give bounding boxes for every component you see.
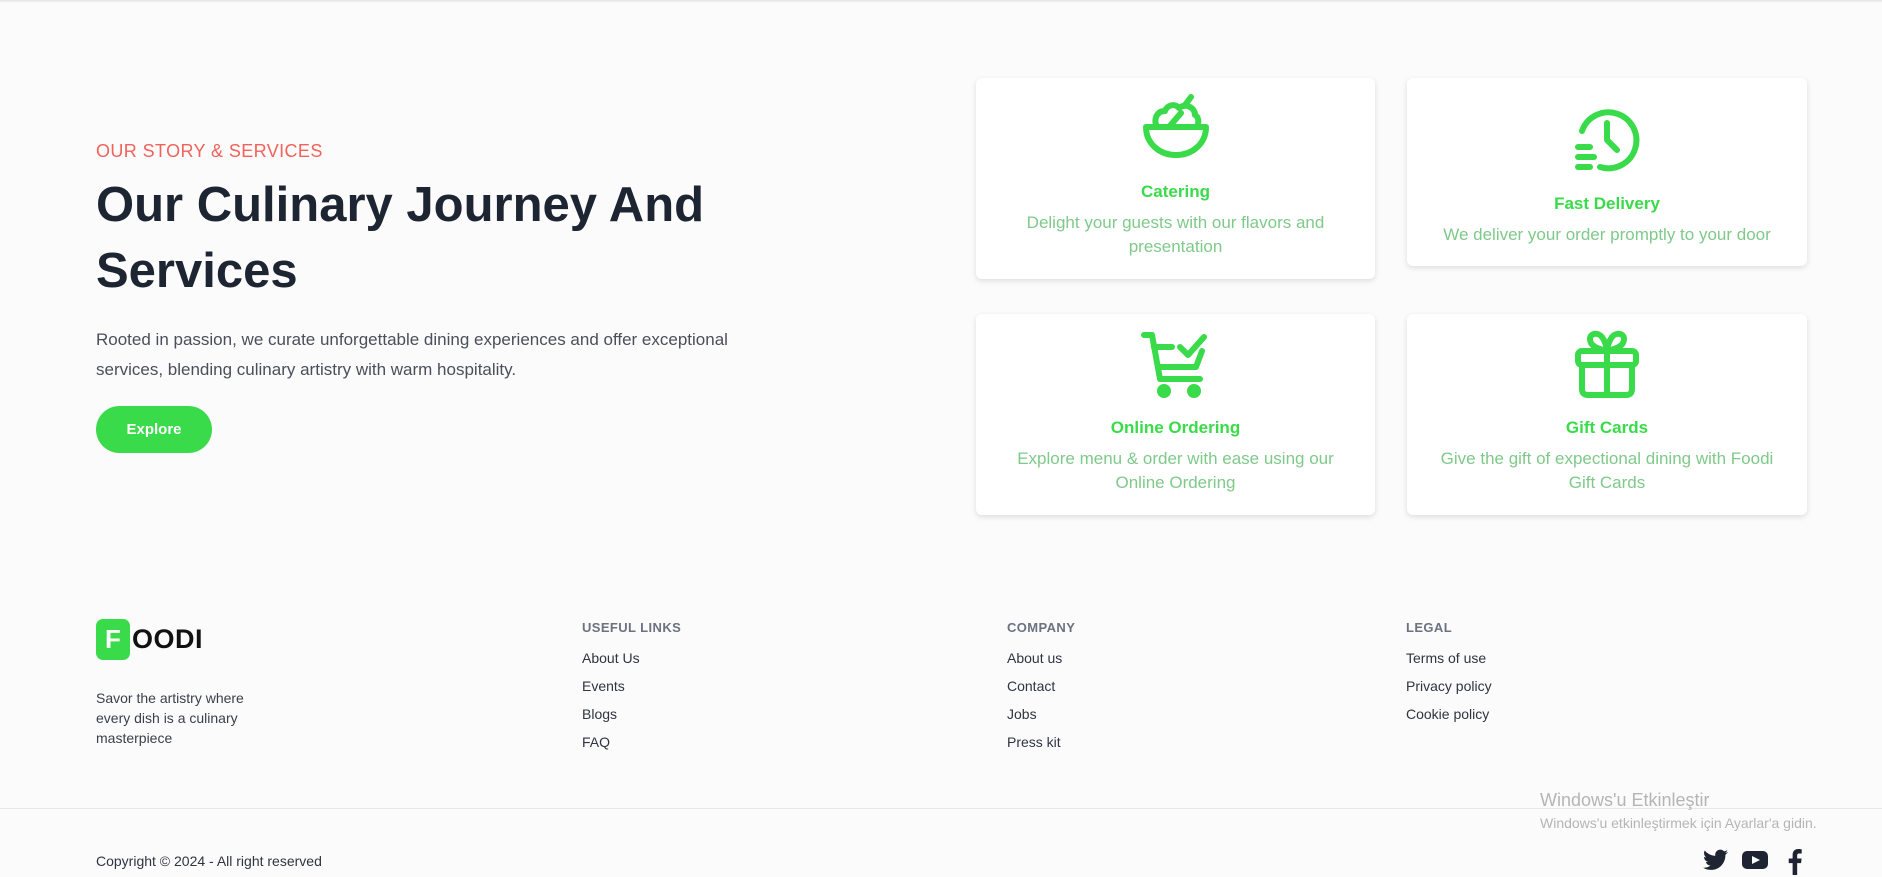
- service-description: We deliver your order promptly to your d…: [1443, 225, 1771, 244]
- logo-text: OODI: [132, 624, 204, 654]
- footer-tagline: Savor the artistry where every dish is a…: [96, 690, 244, 746]
- foodi-logo[interactable]: F OODI: [96, 619, 203, 660]
- footer-column-company: COMPANY About us Contact Jobs Press kit: [1007, 620, 1075, 762]
- facebook-icon[interactable]: [1788, 849, 1802, 875]
- top-shadow: [0, 0, 1882, 3]
- windows-activation-subtitle: Windows'u etkinleştirmek için Ayarlar'a …: [1540, 815, 1817, 831]
- service-description: Explore menu & order with ease using our…: [1017, 449, 1334, 492]
- logo-badge: F: [96, 619, 130, 660]
- footer-column-useful-links: USEFUL LINKS About Us Events Blogs FAQ: [582, 620, 681, 762]
- footer-column-legal: LEGAL Terms of use Privacy policy Cookie…: [1406, 620, 1492, 734]
- footer-link-press-kit[interactable]: Press kit: [1007, 734, 1075, 752]
- footer-link-faq[interactable]: FAQ: [582, 734, 681, 752]
- service-title: Online Ordering: [1110, 418, 1241, 437]
- footer-heading: COMPANY: [1007, 620, 1076, 635]
- footer-link-about-us[interactable]: About us: [1007, 650, 1075, 668]
- footer-heading: USEFUL LINKS: [582, 620, 682, 635]
- service-card-fast-delivery[interactable]: Fast Delivery We deliver your order prom…: [1407, 78, 1807, 266]
- fast-delivery-clock-icon: [1572, 105, 1642, 175]
- service-title: Fast Delivery: [1554, 194, 1660, 213]
- twitter-icon[interactable]: [1703, 849, 1728, 871]
- footer-link-terms-of-use[interactable]: Terms of use: [1406, 650, 1492, 668]
- explore-button[interactable]: Explore: [96, 406, 212, 453]
- footer-link-cookie-policy[interactable]: Cookie policy: [1406, 706, 1492, 724]
- gift-icon: [1572, 329, 1642, 401]
- service-card-catering[interactable]: Catering Delight your guests with our fl…: [976, 78, 1375, 279]
- windows-activation-title: Windows'u Etkinleştir: [1540, 790, 1710, 810]
- service-card-online-ordering[interactable]: Online Ordering Explore menu & order wit…: [976, 314, 1375, 515]
- service-description: Give the gift of expectional dining with…: [1440, 449, 1774, 492]
- copyright-text: Copyright © 2024 - All right reserved: [96, 853, 322, 869]
- youtube-icon[interactable]: [1742, 849, 1768, 871]
- shopping-cart-check-icon: [1140, 329, 1212, 401]
- footer-link-blogs[interactable]: Blogs: [582, 706, 681, 724]
- footer-link-jobs[interactable]: Jobs: [1007, 706, 1075, 724]
- footer-link-privacy-policy[interactable]: Privacy policy: [1406, 678, 1492, 696]
- salad-bowl-icon: [1141, 93, 1211, 163]
- section-eyebrow: OUR STORY & SERVICES: [96, 141, 323, 161]
- service-title: Gift Cards: [1565, 418, 1649, 437]
- footer-link-about-us[interactable]: About Us: [582, 650, 681, 668]
- footer-link-events[interactable]: Events: [582, 678, 681, 696]
- service-card-gift-cards[interactable]: Gift Cards Give the gift of expectional …: [1407, 314, 1807, 515]
- footer-link-contact[interactable]: Contact: [1007, 678, 1075, 696]
- section-title: Our Culinary Journey And Services: [96, 178, 705, 298]
- footer-heading: LEGAL: [1406, 620, 1453, 635]
- section-description: Rooted in passion, we curate unforgettab…: [96, 330, 728, 379]
- service-title: Catering: [1141, 182, 1210, 201]
- service-description: Delight your guests with our flavors and…: [1026, 213, 1325, 256]
